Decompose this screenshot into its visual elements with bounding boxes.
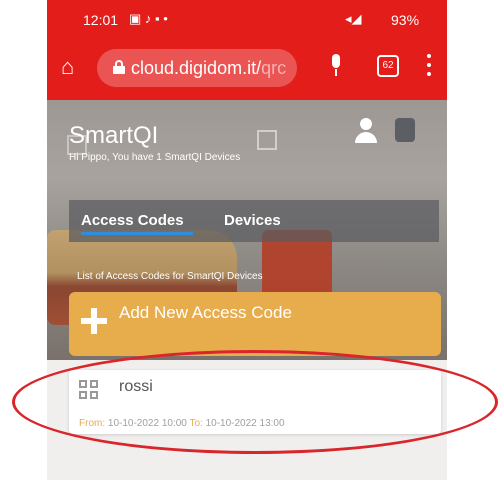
address-bar[interactable]: cloud.digidom.it/qrc	[97, 49, 297, 87]
hero-banner: SmartQI Hi Pippo, You have 1 SmartQI Dev…	[47, 100, 447, 360]
active-tab-indicator	[81, 232, 193, 235]
greeting-text: Hi Pippo, You have 1 SmartQI Devices	[69, 152, 241, 163]
notification-icons: ▣ ♪ ▪ •	[129, 11, 168, 26]
plus-icon	[81, 308, 107, 334]
url-faded: qrc	[261, 58, 287, 78]
app-brand: SmartQI	[69, 122, 159, 149]
tab-bar: Access Codes Devices	[69, 200, 439, 242]
annotation-ellipse	[12, 350, 498, 454]
tabs-icon[interactable]: 62	[377, 55, 399, 77]
tab-devices[interactable]: Devices	[224, 212, 281, 229]
gear-icon[interactable]	[395, 118, 415, 142]
background-frame	[257, 130, 277, 150]
url-main: cloud.digidom.it/	[131, 58, 262, 78]
user-icon[interactable]	[355, 118, 377, 144]
list-caption: List of Access Codes for SmartQI Devices	[77, 271, 263, 282]
status-bar: 12:01 ▣ ♪ ▪ • ◂◢ 93%	[47, 0, 447, 42]
menu-icon[interactable]	[427, 54, 431, 78]
home-icon[interactable]: ⌂	[61, 56, 74, 78]
status-time: 12:01	[83, 12, 119, 28]
battery-level: 93%	[391, 12, 420, 28]
lock-icon	[113, 60, 125, 74]
add-button-label: Add New Access Code	[119, 303, 292, 322]
mic-icon[interactable]	[329, 54, 343, 80]
signal-icon: ◂◢	[345, 11, 362, 26]
tab-label: Access Codes	[81, 212, 184, 229]
url-text: cloud.digidom.it/qrc	[131, 58, 286, 79]
tab-label: Devices	[224, 212, 281, 229]
add-access-code-button[interactable]: Add New Access Code	[69, 292, 441, 356]
url-row: ⌂ cloud.digidom.it/qrc 62	[47, 46, 447, 92]
browser-toolbar: 12:01 ▣ ♪ ▪ • ◂◢ 93% ⌂ cloud.digidom.it/…	[47, 0, 447, 100]
tab-access-codes[interactable]: Access Codes	[81, 212, 193, 235]
